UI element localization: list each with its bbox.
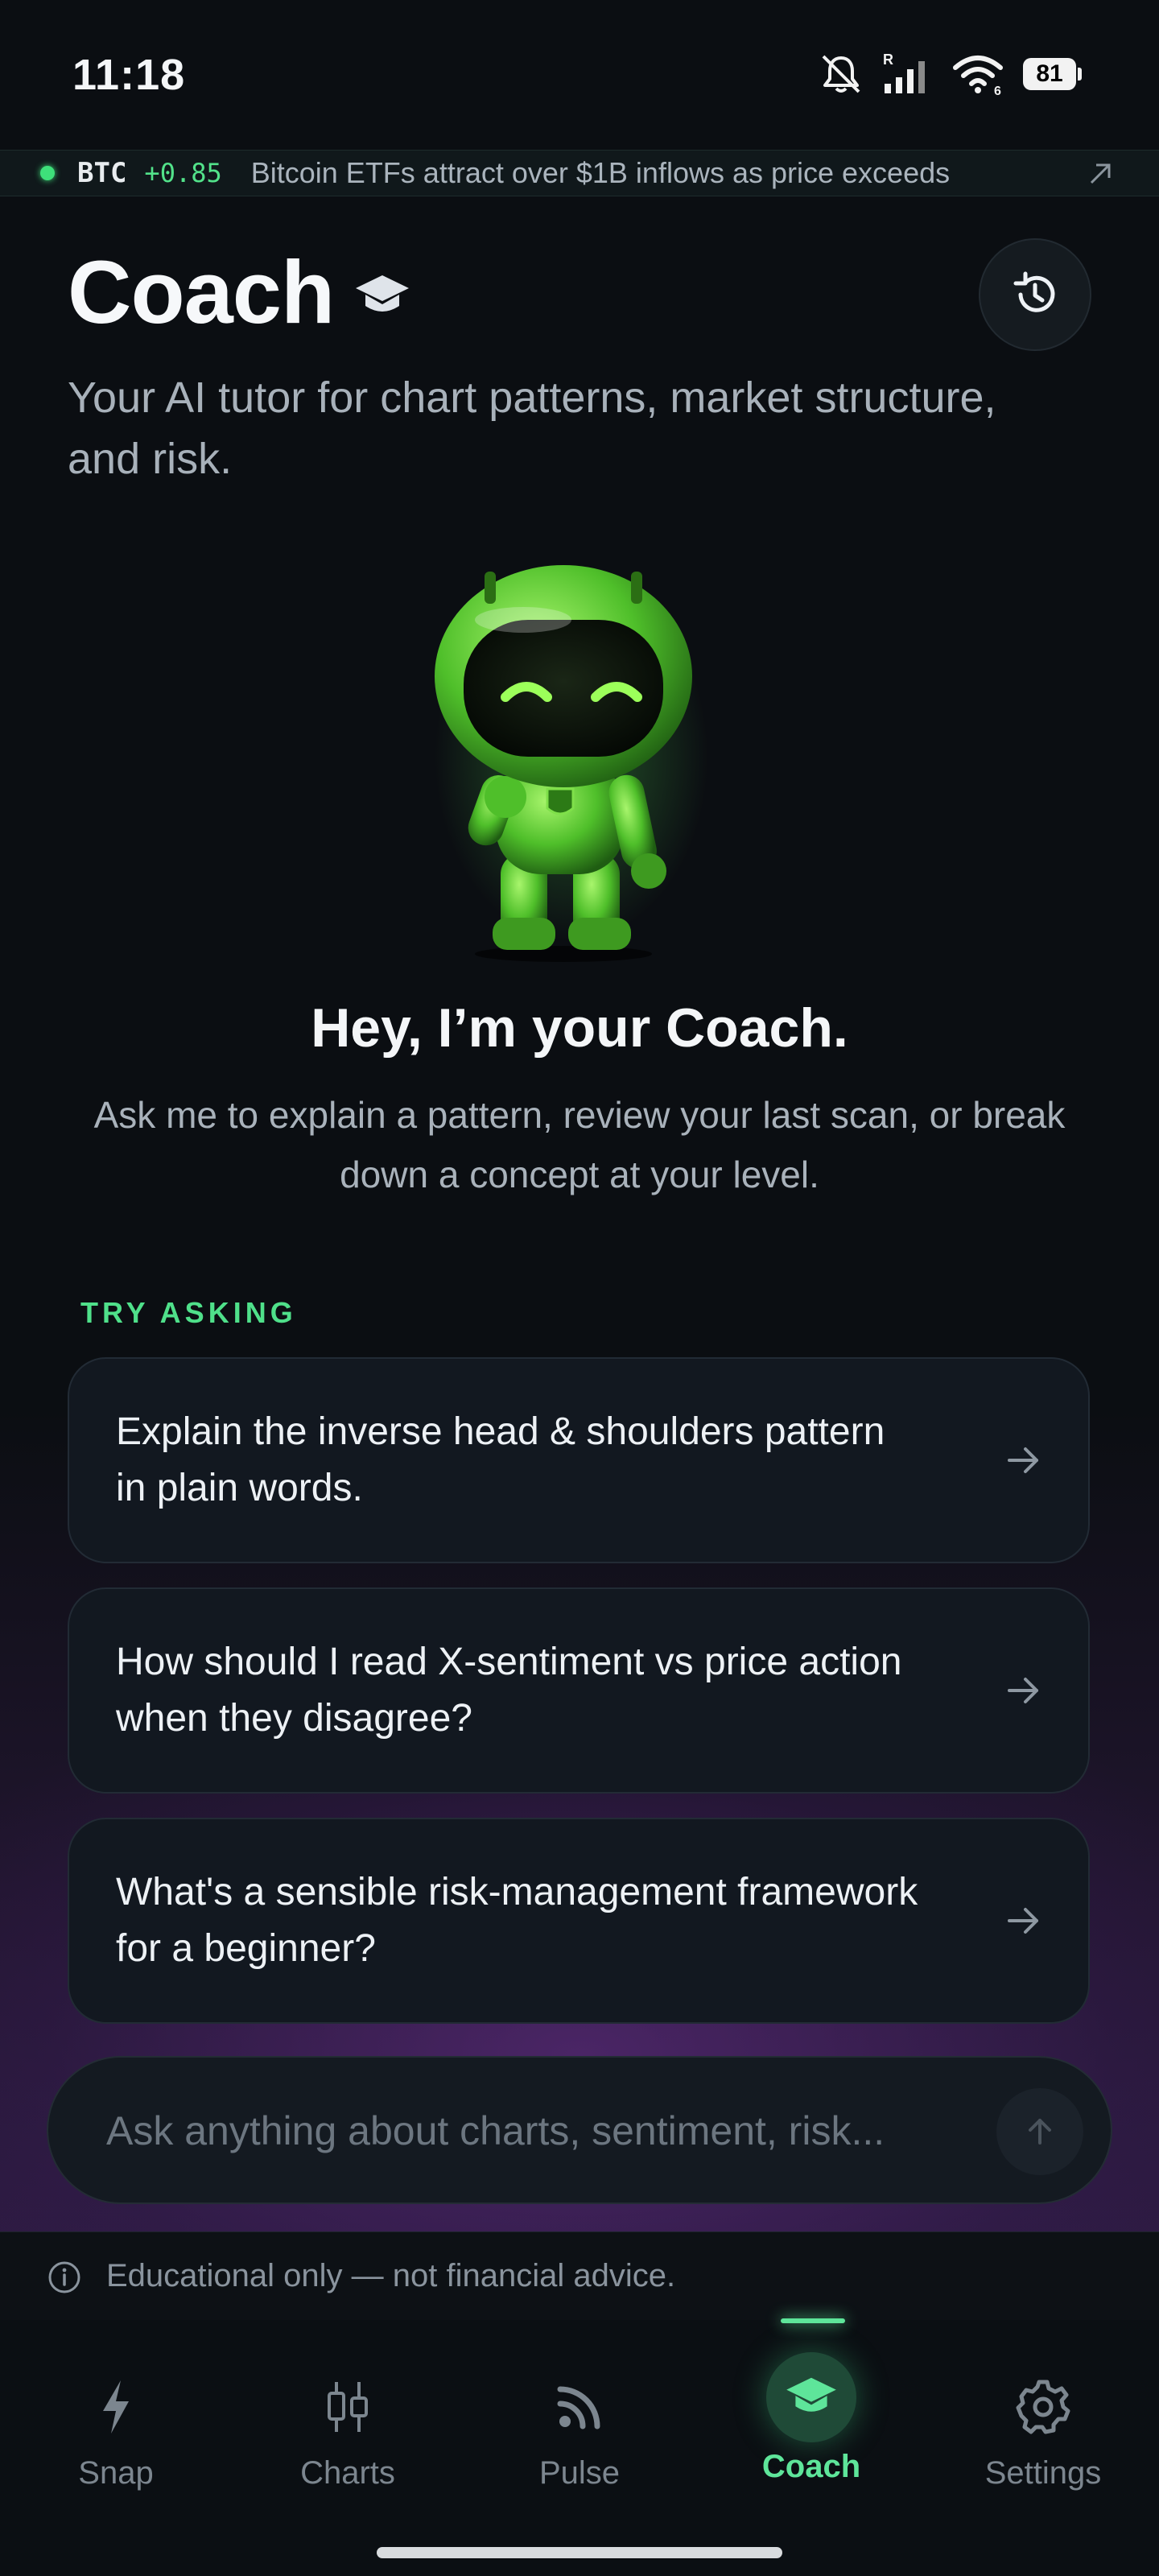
page-title: Coach <box>68 243 335 342</box>
nav-label: Snap <box>78 2455 154 2491</box>
chat-input[interactable] <box>105 2058 993 2204</box>
active-tab-indicator <box>781 2318 845 2323</box>
nav-label: Settings <box>984 2455 1102 2491</box>
arrow-up-icon <box>1029 2119 1051 2145</box>
page-subtitle: Your AI tutor for chart patterns, market… <box>68 374 996 483</box>
nav-item-charts[interactable]: Charts <box>232 2320 464 2513</box>
arrow-right-icon <box>1008 1447 1038 1473</box>
nav-item-coach[interactable]: Coach <box>695 2320 927 2513</box>
suggestion-text: How should I read X-sentiment vs price a… <box>116 1641 902 1740</box>
bottom-nav: Snap Charts Pulse Coach Settings <box>0 2320 1159 2576</box>
news-ticker[interactable]: BTC +0.85 Bitcoin ETFs attract over $1B … <box>0 150 1159 196</box>
disclaimer-text: Educational only — not financial advice. <box>106 2258 676 2293</box>
status-icons: R 6 81 <box>819 50 1082 98</box>
nav-item-pulse[interactable]: Pulse <box>464 2320 695 2513</box>
nav-label: Charts <box>300 2455 395 2491</box>
ticker-symbol: BTC <box>77 157 127 189</box>
graduation-cap-icon <box>786 2377 836 2412</box>
info-icon <box>48 2261 80 2293</box>
robot-mascot-image <box>435 565 708 962</box>
nav-label: Coach <box>761 2449 861 2484</box>
signal-tag: R <box>883 52 893 68</box>
intro-text: Ask me to explain a pattern, review your… <box>93 1094 1066 1195</box>
status-bar: 11:18 R 6 81 <box>0 0 1159 150</box>
nav-item-snap[interactable]: Snap <box>0 2320 232 2513</box>
battery-level: 81 <box>1023 58 1076 90</box>
home-indicator <box>377 2547 782 2558</box>
rss-icon <box>557 2386 600 2429</box>
suggestion-text: Explain the inverse head & shoulders pat… <box>116 1410 885 1509</box>
ticker-headline[interactable]: Bitcoin ETFs attract over $1B inflows as… <box>251 156 1056 190</box>
suggestion-card[interactable]: How should I read X-sentiment vs price a… <box>68 1587 1090 1794</box>
cell-signal-icon: R <box>883 52 925 93</box>
suggestion-text: What's a sensible risk-management framew… <box>116 1871 918 1970</box>
suggestion-card[interactable]: Explain the inverse head & shoulders pat… <box>68 1357 1090 1563</box>
suggestion-card[interactable]: What's a sensible risk-management framew… <box>68 1818 1090 2024</box>
status-time: 11:18 <box>72 51 186 99</box>
bolt-icon <box>103 2380 129 2434</box>
graduation-cap-icon <box>356 275 409 312</box>
muted-bell-icon <box>822 55 860 93</box>
live-dot <box>40 166 55 180</box>
history-button[interactable] <box>979 238 1091 351</box>
chat-composer <box>47 2056 1112 2204</box>
wifi-icon: 6 <box>953 56 1003 97</box>
gear-icon <box>1016 2380 1070 2434</box>
wifi-tag: 6 <box>994 85 1001 97</box>
battery-icon: 81 <box>1023 58 1082 90</box>
external-link-icon[interactable] <box>1085 157 1117 189</box>
arrow-right-icon <box>1008 1678 1038 1703</box>
suggestions-label: TRY ASKING <box>80 1296 297 1329</box>
ticker-change: +0.85 <box>144 158 222 188</box>
nav-item-settings[interactable]: Settings <box>927 2320 1159 2513</box>
intro-heading: Hey, I’m your Coach. <box>311 997 848 1059</box>
candlestick-icon <box>328 2382 368 2432</box>
disclaimer-bar: Educational only — not financial advice. <box>0 2231 1159 2322</box>
nav-label: Pulse <box>538 2455 621 2491</box>
history-icon <box>1013 271 1055 312</box>
arrow-right-icon <box>1008 1908 1038 1934</box>
send-button[interactable] <box>996 2088 1083 2175</box>
